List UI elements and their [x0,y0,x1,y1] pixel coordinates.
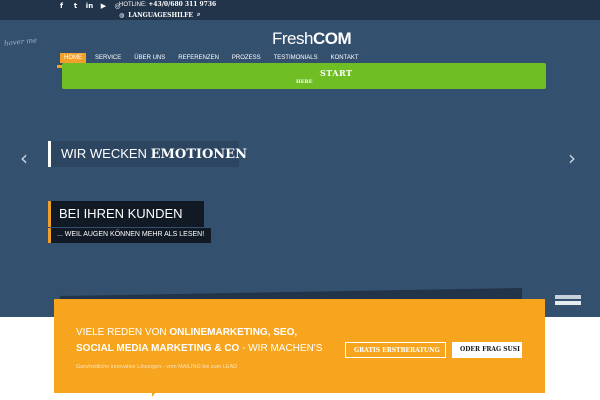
cta-line-1-bold: ONLINEMARKETING, SEO, [169,327,298,338]
start-label: START [320,68,353,78]
hotline: HOTLINE: +43/0/680 311 9736 [119,1,216,9]
slider-prev-icon[interactable]: ‹ [20,148,32,168]
cta-line-2-suffix: - WIR MACHEN'S [242,343,323,354]
social-links: f t in ▶ ◎ [57,2,122,11]
logo-part-fresh: Fresh [272,29,313,48]
nav-item-referenzen[interactable]: REFERENZEN [178,53,219,63]
cta-line-1: VIELE REDEN VON ONLINEMARKETING, SEO, [76,327,297,338]
linkedin-icon[interactable]: in [85,2,94,11]
language-label[interactable]: LANGUAGESHILFE [128,12,193,19]
hotline-number[interactable]: +43/0/680 311 9736 [148,1,216,8]
cta-small-text: Ganzheitliche innovative Lösungen - vom … [76,364,238,370]
hover-me-tag[interactable]: hover me [4,36,38,47]
free-consultation-button[interactable]: GRATIS ERSTBERATUNG [345,342,446,358]
cta-line-1-prefix: VIELE REDEN VON [76,327,167,338]
hero-headline-2: BEI IHREN KUNDEN [48,201,204,227]
ask-susi-button[interactable]: ODER FRAG SUSI [452,342,522,358]
youtube-icon[interactable]: ▶ [99,2,108,11]
nav-item-kontakt[interactable]: KONTAKT [331,53,359,63]
hotline-label: HOTLINE: [119,2,147,8]
cta-banner-tail [152,387,160,397]
nav-item-testimonials[interactable]: TESTIMONIALS [274,53,318,63]
nav-item-service[interactable]: SERVICE [95,53,121,63]
hero-subline: ... WEIL AUGEN KÖNNEN MEHR ALS LESEN! [48,228,211,243]
headline-strong: EMOTIONEN [150,147,247,162]
nav-item-prozess[interactable]: PROZESS [232,53,261,63]
main-nav: HOME SERVICE ÜBER UNS REFERENZEN PROZESS… [57,53,372,68]
search-icon[interactable]: ⌕ [197,11,200,19]
nav-item-ueber-uns[interactable]: ÜBER UNS [134,53,165,63]
here-label: HERE [296,79,313,85]
language-help[interactable]: ◍ LANGUAGESHILFE ⌕ [119,11,200,19]
top-bar: f t in ▶ ◎ HOTLINE: +43/0/680 311 9736 ◍… [0,0,600,20]
start-here-bar[interactable]: START HERE [62,63,546,89]
cta-line-2: SOCIAL MEDIA MARKETING & CO - WIR MACHEN… [76,343,322,354]
cta-line-2-bold: SOCIAL MEDIA MARKETING & CO [76,343,240,354]
globe-icon: ◍ [119,11,125,19]
headline-prefix: WIR WECKEN [61,146,147,161]
logo[interactable]: FreshCOM [272,29,352,49]
nav-item-home[interactable]: HOME [57,53,89,68]
facebook-icon[interactable]: f [57,2,66,11]
twitter-icon[interactable]: t [71,2,80,11]
scroll-widget-icon[interactable] [555,295,581,309]
logo-part-com: COM [312,29,352,48]
slider-next-icon[interactable]: › [568,148,580,168]
hero-headline-1: WIR WECKEN EMOTIONEN [48,141,247,167]
